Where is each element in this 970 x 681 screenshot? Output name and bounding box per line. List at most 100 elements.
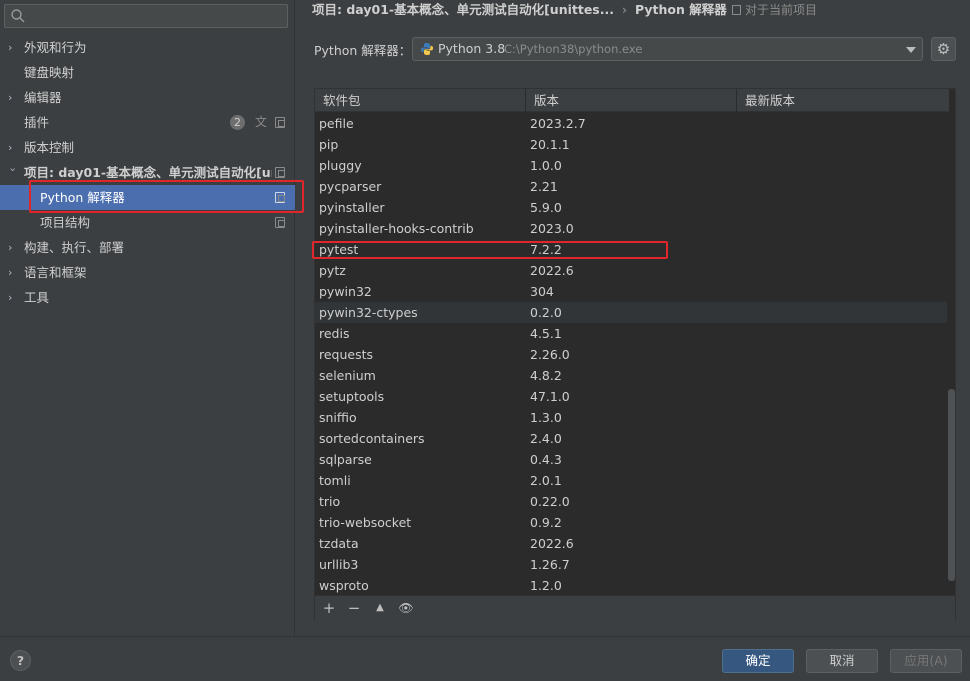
chevron-right-icon[interactable]: › [8,135,18,160]
chevron-right-icon[interactable]: › [8,35,18,60]
show-early-releases-eye-icon[interactable]: 👁 [396,598,416,618]
table-row[interactable]: sniffio 1.3.0 [315,407,949,428]
column-header-version[interactable]: 版本 [526,89,737,112]
tree-item-project-structure[interactable]: 项目结构 [0,210,295,235]
tree-item-python-interpreter[interactable]: Python 解释器 [0,185,295,210]
table-row[interactable]: urllib3 1.26.7 [315,554,949,575]
tree-item-label: Python 解释器 [40,190,125,205]
table-row[interactable]: tomli 2.0.1 [315,470,949,491]
tree-item-label: 项目结构 [40,215,91,230]
tree-item-tools[interactable]: › 工具 [0,285,295,310]
tree-item-label: 版本控制 [24,140,75,155]
tree-item-build[interactable]: › 构建、执行、部署 [0,235,295,260]
remove-package-button[interactable]: − [344,598,364,618]
package-version-cell: 2.21 [530,179,558,194]
tree-item-project[interactable]: › 项目: day01-基本概念、单元测试自动化[unitt [0,160,295,185]
copy-icon [732,5,741,15]
package-name-cell: setuptools [319,389,385,404]
package-version-cell: 4.5.1 [530,326,562,341]
chevron-right-icon[interactable]: › [8,260,18,285]
scrollbar-thumb[interactable] [948,389,955,581]
package-version-cell: 7.2.2 [530,242,562,257]
tree-item-editor[interactable]: › 编辑器 [0,85,295,110]
breadcrumb-project[interactable]: 项目: day01-基本概念、单元测试自动化[unittes... [312,2,614,17]
table-row[interactable]: sqlparse 0.4.3 [315,449,949,470]
table-row[interactable]: sortedcontainers 2.4.0 [315,428,949,449]
package-name-cell: pytz [319,263,346,278]
table-row[interactable]: pywin32 304 [315,281,949,302]
python-icon [421,43,433,55]
package-name-cell: pycparser [319,179,382,194]
ok-button[interactable]: 确定 [722,649,794,673]
tree-item-label: 编辑器 [24,90,62,105]
table-row[interactable]: selenium 4.8.2 [315,365,949,386]
package-version-cell: 0.22.0 [530,494,570,509]
interpreter-settings-button[interactable]: ⚙ [931,37,956,61]
packages-toolbar: + − ▲ 👁 [315,595,955,620]
package-name-cell: tzdata [319,536,359,551]
table-row[interactable]: pyinstaller 5.9.0 [315,197,949,218]
translate-icon: 文 [254,115,267,129]
tree-item-plugins[interactable]: 插件 2 文 [0,110,295,135]
package-name-cell: selenium [319,368,376,383]
table-row[interactable]: pip 20.1.1 [315,134,949,155]
add-package-button[interactable]: + [319,598,339,618]
tree-item-vcs[interactable]: › 版本控制 [0,135,295,160]
package-name-cell: trio-websocket [319,515,412,530]
package-name-cell: pyinstaller [319,200,385,215]
table-row[interactable]: pluggy 1.0.0 [315,155,949,176]
package-name-cell: pyinstaller-hooks-contrib [319,221,474,236]
table-row[interactable]: pywin32-ctypes 0.2.0 [315,302,949,323]
tree-item-label: 项目: day01-基本概念、单元测试自动化[unitt [24,165,272,180]
package-version-cell: 1.2.0 [530,578,562,593]
package-name-cell: requests [319,347,374,362]
table-row[interactable]: pytest 7.2.2 [315,239,949,260]
current-project-note: 对于当前项目 [732,0,817,20]
help-button[interactable]: ? [10,650,31,671]
package-version-cell: 2022.6 [530,536,574,551]
tree-item-keymap[interactable]: 键盘映射 [0,60,295,85]
interpreter-label: Python 解释器： [314,43,412,58]
package-name-cell: sqlparse [319,452,372,467]
table-row[interactable]: redis 4.5.1 [315,323,949,344]
copy-icon [275,217,285,228]
tree-item-label: 工具 [24,290,50,305]
dropdown-arrow-icon[interactable] [906,47,916,53]
apply-button[interactable]: 应用(A) [890,649,962,673]
package-version-cell: 304 [530,284,554,299]
table-row[interactable]: wsproto 1.2.0 [315,575,949,595]
chevron-right-icon[interactable]: › [8,235,18,260]
chevron-right-icon[interactable]: › [8,285,18,310]
packages-scrollbar[interactable] [947,113,955,595]
main-panel: 项目: day01-基本概念、单元测试自动化[unittes... › Python… [296,0,970,636]
interpreter-select[interactable]: Python 3.8 C:\Python38\python.exe [412,37,923,61]
package-name-cell: redis [319,326,350,341]
settings-search-input[interactable] [4,4,288,28]
package-name-cell: sortedcontainers [319,431,425,446]
interpreter-name: Python 3.8 [438,41,506,56]
breadcrumb: 项目: day01-基本概念、单元测试自动化[unittes... › Python… [312,0,727,22]
chevron-down-icon[interactable]: › [1,168,26,178]
package-name-cell: pywin32 [319,284,372,299]
table-row[interactable]: pytz 2022.6 [315,260,949,281]
interpreter-path: C:\Python38\python.exe [504,42,643,56]
dialog-footer: ? 确定 取消 应用(A) [0,636,970,681]
upgrade-package-button[interactable]: ▲ [370,598,390,618]
table-row[interactable]: requests 2.26.0 [315,344,949,365]
package-name-cell: pywin32-ctypes [319,305,418,320]
cancel-button[interactable]: 取消 [806,649,878,673]
chevron-right-icon[interactable]: › [8,85,18,110]
package-name-cell: wsproto [319,578,369,593]
table-row[interactable]: trio 0.22.0 [315,491,949,512]
tree-item-appearance[interactable]: › 外观和行为 [0,35,295,60]
table-row[interactable]: pyinstaller-hooks-contrib 2023.0 [315,218,949,239]
column-header-package[interactable]: 软件包 [315,89,526,112]
tree-item-languages[interactable]: › 语言和框架 [0,260,295,285]
package-version-cell: 2.26.0 [530,347,570,362]
column-header-latest[interactable]: 最新版本 [737,89,949,112]
table-row[interactable]: tzdata 2022.6 [315,533,949,554]
table-row[interactable]: pycparser 2.21 [315,176,949,197]
table-row[interactable]: trio-websocket 0.9.2 [315,512,949,533]
table-row[interactable]: pefile 2023.2.7 [315,113,949,134]
table-row[interactable]: setuptools 47.1.0 [315,386,949,407]
